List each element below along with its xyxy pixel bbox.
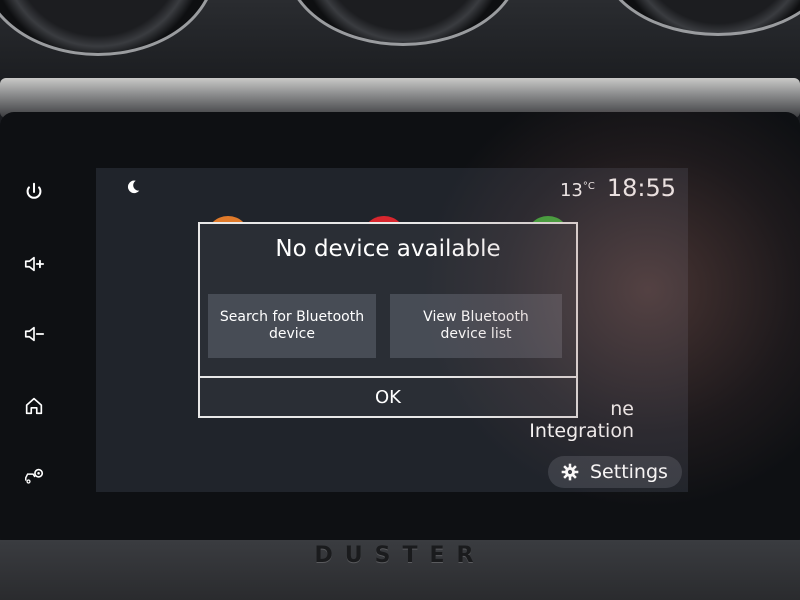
power-button[interactable]: [18, 176, 50, 208]
gear-icon: [561, 463, 579, 481]
car-settings-button[interactable]: [18, 460, 50, 492]
no-device-dialog: No device available Search for Bluetooth…: [198, 222, 578, 418]
volume-up-icon: [24, 256, 45, 272]
car-settings-icon: [25, 468, 44, 484]
view-bluetooth-list-button[interactable]: View Bluetooth device list: [390, 294, 562, 358]
outside-temperature: 13°C: [560, 180, 595, 201]
dialog-title: No device available: [275, 236, 501, 262]
volume-down-button[interactable]: [18, 318, 50, 350]
settings-label: Settings: [590, 461, 668, 483]
volume-up-button[interactable]: [18, 248, 50, 280]
search-bluetooth-button[interactable]: Search for Bluetooth device: [208, 294, 376, 358]
status-bar: 13°C 18:55: [560, 174, 676, 202]
home-button[interactable]: [18, 390, 50, 422]
power-icon: [26, 182, 42, 199]
clock: 18:55: [606, 174, 676, 202]
volume-down-icon: [24, 326, 45, 342]
home-icon: [25, 397, 43, 415]
ok-button[interactable]: OK: [200, 376, 576, 416]
moon-icon: [127, 180, 140, 194]
brand-logo: DUSTER: [314, 543, 486, 568]
temperature-value: 13: [559, 180, 583, 201]
settings-button[interactable]: Settings: [548, 456, 682, 488]
temperature-unit: °C: [582, 181, 595, 192]
infotainment-screen: 13°C 18:55 ne Integration Settings No de…: [96, 168, 688, 492]
